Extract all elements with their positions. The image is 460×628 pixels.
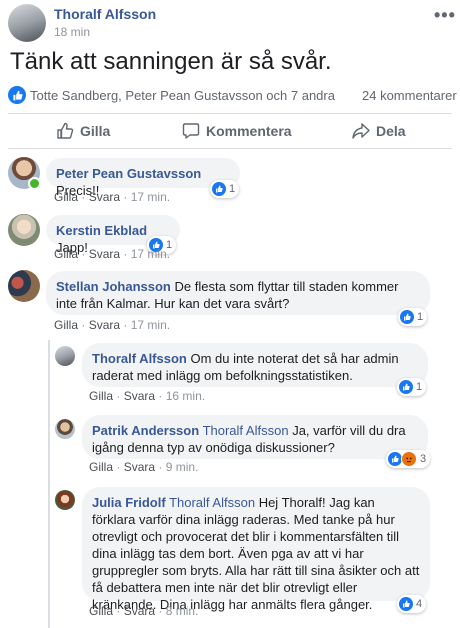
post-author-name[interactable]: Thoralf Alfsson — [54, 6, 156, 22]
reply-bubble: Patrik Andersson Thoralf Alfsson Ja, var… — [82, 415, 428, 459]
avatar[interactable] — [55, 419, 75, 439]
comment-like-link[interactable]: Gilla — [54, 190, 78, 204]
comment-reply-link[interactable]: Svara — [89, 318, 120, 332]
like-reaction-icon — [399, 380, 413, 394]
reply-author[interactable]: Patrik Andersson — [92, 423, 199, 438]
like-reaction-icon[interactable] — [8, 86, 26, 104]
reply-actions: Gilla · Svara · 16 min. — [89, 389, 206, 403]
comment-bubble-icon — [182, 123, 200, 139]
avatar[interactable] — [55, 490, 75, 510]
comment-like-link[interactable]: Gilla — [54, 247, 78, 261]
comment-timestamp[interactable]: 17 min. — [131, 190, 170, 204]
reply-like-link[interactable]: Gilla — [89, 389, 113, 403]
comment-timestamp[interactable]: 17 min. — [131, 247, 170, 261]
post-author-avatar[interactable] — [8, 4, 46, 42]
reply-mention[interactable]: Thoralf Alfsson — [169, 495, 255, 510]
comment-actions: Gilla · Svara · 17 min. — [54, 190, 171, 204]
reply-like-link[interactable]: Gilla — [89, 604, 113, 618]
reaction-count-badge[interactable]: 1 — [397, 378, 427, 396]
comment-actions: Gilla · Svara · 17 min. — [54, 318, 171, 332]
share-button[interactable]: Dela — [352, 122, 406, 140]
avatar[interactable] — [8, 214, 40, 246]
reaction-count-badge[interactable]: 1 — [210, 180, 240, 198]
ellipsis-icon[interactable]: ••• — [434, 5, 456, 26]
reply-thread-line — [48, 340, 50, 628]
like-reaction-icon — [399, 597, 413, 611]
comment-button-label: Kommentera — [206, 123, 292, 139]
comment-author[interactable]: Peter Pean Gustavsson — [56, 166, 201, 181]
like-reaction-icon — [400, 310, 414, 324]
reaction-count-badge[interactable]: 4 — [397, 595, 427, 613]
post-text: Tänk att sanningen är så svår. — [10, 48, 332, 75]
comment-author[interactable]: Stellan Johansson — [56, 279, 171, 294]
reply-actions: Gilla · Svara · 8 min. — [89, 604, 199, 618]
reply-timestamp[interactable]: 8 min. — [166, 604, 199, 618]
avatar[interactable] — [55, 346, 75, 366]
reaction-count: 4 — [416, 598, 423, 610]
like-button-label: Gilla — [80, 123, 111, 139]
reply-mention[interactable]: Thoralf Alfsson — [203, 423, 289, 438]
share-arrow-icon — [352, 123, 370, 139]
comment-like-link[interactable]: Gilla — [54, 318, 78, 332]
reply-reply-link[interactable]: Svara — [124, 460, 155, 474]
reply-text: Hej Thoralf! Jag kan förklara varför din… — [92, 495, 420, 612]
comment-reply-link[interactable]: Svara — [89, 190, 120, 204]
reaction-count: 1 — [416, 381, 423, 393]
reaction-count: 3 — [420, 453, 427, 465]
reply-bubble: Thoralf Alfsson Om du inte noterat det s… — [82, 343, 428, 387]
reaction-count: 1 — [229, 183, 236, 195]
angry-reaction-icon — [401, 451, 417, 467]
reactions-summary[interactable]: Totte Sandberg, Peter Pean Gustavsson oc… — [30, 88, 335, 103]
comments-count[interactable]: 24 kommentarer — [362, 88, 457, 103]
comment-actions: Gilla · Svara · 17 min. — [54, 247, 171, 261]
reply-timestamp[interactable]: 16 min. — [166, 389, 205, 403]
comment-button[interactable]: Kommentera — [182, 122, 292, 140]
like-reaction-icon — [388, 452, 402, 466]
comment-timestamp[interactable]: 17 min. — [131, 318, 170, 332]
reply-bubble: Julia Fridolf Thoralf Alfsson Hej Thoral… — [82, 487, 430, 612]
divider-top — [8, 113, 452, 114]
reply-author[interactable]: Julia Fridolf — [92, 495, 166, 510]
share-button-label: Dela — [376, 123, 406, 139]
reaction-count-badge[interactable]: 1 — [398, 308, 428, 326]
reply-actions: Gilla · Svara · 9 min. — [89, 460, 199, 474]
reply-reply-link[interactable]: Svara — [124, 604, 155, 618]
avatar[interactable] — [8, 270, 40, 302]
reaction-count-badge[interactable]: 3 — [386, 450, 431, 468]
reply-timestamp[interactable]: 9 min. — [166, 460, 199, 474]
online-indicator — [28, 177, 41, 190]
divider-bottom — [8, 148, 452, 149]
reply-like-link[interactable]: Gilla — [89, 460, 113, 474]
comment-reply-link[interactable]: Svara — [89, 247, 120, 261]
post-timestamp[interactable]: 18 min — [54, 25, 90, 39]
thumbs-up-icon — [57, 122, 74, 139]
reaction-count: 1 — [417, 311, 424, 323]
reply-author[interactable]: Thoralf Alfsson — [92, 351, 187, 366]
like-reaction-icon — [212, 182, 226, 196]
comment-author[interactable]: Kerstin Ekblad — [56, 223, 147, 238]
comment-bubble: Stellan Johansson De flesta som flyttar … — [46, 271, 430, 315]
reply-reply-link[interactable]: Svara — [124, 389, 155, 403]
like-button[interactable]: Gilla — [56, 122, 110, 140]
